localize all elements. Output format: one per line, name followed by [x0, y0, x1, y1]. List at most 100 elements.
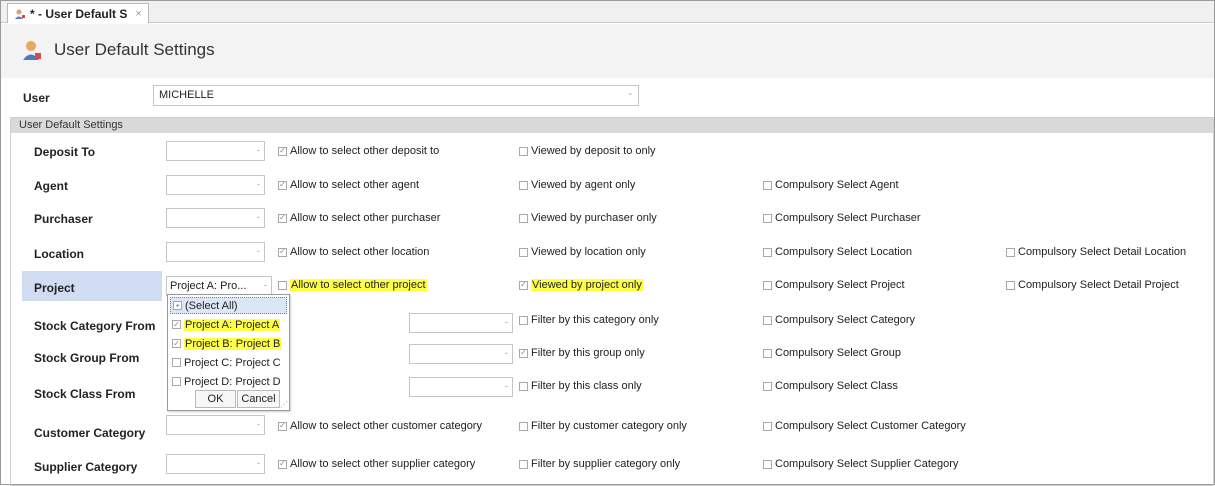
- checkbox-icon[interactable]: [519, 280, 528, 290]
- checkbox-icon[interactable]: [519, 146, 528, 156]
- compulsory-detail-location-checkbox[interactable]: Compulsory Select Detail Location: [1006, 246, 1186, 258]
- compulsory-location-checkbox[interactable]: Compulsory Select Location: [763, 246, 912, 258]
- allow-other-customer-category-checkbox[interactable]: Allow to select other customer category: [278, 420, 482, 432]
- checkbox-icon[interactable]: [172, 320, 181, 329]
- purchaser-combobox[interactable]: -: [166, 208, 265, 228]
- option-label: Project A: Project A: [184, 318, 281, 331]
- checkbox-icon[interactable]: [763, 213, 772, 223]
- checkbox-icon[interactable]: [278, 146, 287, 156]
- agent-combobox[interactable]: -: [166, 175, 265, 195]
- dropdown-arrow-icon[interactable]: -: [257, 179, 260, 189]
- checkbox-label: Allow to select other location: [290, 246, 430, 258]
- project-combobox[interactable]: Project A: Pro... -: [166, 276, 272, 296]
- checkbox-label: Filter by supplier category only: [531, 458, 681, 470]
- allow-other-supplier-category-checkbox[interactable]: Allow to select other supplier category: [278, 458, 475, 470]
- checkbox-icon[interactable]: [278, 280, 287, 290]
- viewed-by-location-checkbox[interactable]: Viewed by location only: [519, 246, 646, 258]
- dropdown-arrow-icon[interactable]: -: [264, 280, 267, 290]
- filter-customer-category-checkbox[interactable]: Filter by customer category only: [519, 420, 687, 432]
- customer-category-combobox[interactable]: -: [166, 415, 265, 435]
- compulsory-agent-checkbox[interactable]: Compulsory Select Agent: [763, 179, 899, 191]
- supplier-category-combobox[interactable]: -: [166, 454, 265, 474]
- compulsory-detail-project-checkbox[interactable]: Compulsory Select Detail Project: [1006, 279, 1179, 291]
- viewed-by-purchaser-checkbox[interactable]: Viewed by purchaser only: [519, 212, 657, 224]
- checkbox-icon[interactable]: [519, 315, 528, 325]
- compulsory-group-checkbox[interactable]: Compulsory Select Group: [763, 347, 901, 359]
- compulsory-supplier-category-checkbox[interactable]: Compulsory Select Supplier Category: [763, 458, 958, 470]
- stock-category-combobox[interactable]: -: [409, 313, 513, 333]
- compulsory-project-checkbox[interactable]: Compulsory Select Project: [763, 279, 905, 291]
- dropdown-arrow-icon[interactable]: -: [505, 381, 508, 391]
- dropdown-arrow-icon[interactable]: -: [257, 212, 260, 222]
- project-option-c[interactable]: Project C: Project C: [170, 354, 287, 371]
- checkbox-icon[interactable]: [278, 213, 287, 223]
- dropdown-arrow-icon[interactable]: -: [257, 145, 260, 155]
- allow-other-deposit-checkbox[interactable]: Allow to select other deposit to: [278, 145, 439, 157]
- checkbox-icon[interactable]: [763, 280, 772, 290]
- checkbox-icon[interactable]: [763, 348, 772, 358]
- checkbox-icon[interactable]: [763, 381, 772, 391]
- checkbox-icon[interactable]: [172, 339, 181, 348]
- checkbox-icon[interactable]: [519, 348, 528, 358]
- viewed-by-project-checkbox[interactable]: Viewed by project only: [519, 279, 643, 291]
- stock-class-combobox[interactable]: -: [409, 377, 513, 397]
- supplier-category-label: Supplier Category: [34, 460, 138, 474]
- user-settings-icon: [21, 39, 43, 61]
- allow-other-location-checkbox[interactable]: Allow to select other location: [278, 246, 429, 258]
- checkbox-icon[interactable]: [763, 180, 772, 190]
- checkbox-icon[interactable]: [763, 315, 772, 325]
- filter-category-checkbox[interactable]: Filter by this category only: [519, 314, 659, 326]
- checkbox-icon[interactable]: [172, 377, 181, 386]
- checkbox-icon[interactable]: [519, 459, 528, 469]
- checkbox-icon[interactable]: [1006, 247, 1015, 257]
- checkbox-icon[interactable]: [278, 247, 287, 257]
- dropdown-arrow-icon[interactable]: -: [257, 246, 260, 256]
- checkbox-icon[interactable]: [519, 421, 528, 431]
- dropdown-arrow-icon[interactable]: -: [257, 419, 260, 429]
- checkbox-icon[interactable]: ▪: [173, 301, 182, 310]
- dropdown-arrow-icon[interactable]: -: [629, 89, 632, 100]
- allow-other-purchaser-checkbox[interactable]: Allow to select other purchaser: [278, 212, 440, 224]
- filter-class-checkbox[interactable]: Filter by this class only: [519, 380, 642, 392]
- viewed-by-deposit-checkbox[interactable]: Viewed by deposit to only: [519, 145, 656, 157]
- location-combobox[interactable]: -: [166, 242, 265, 262]
- checkbox-icon[interactable]: [278, 421, 287, 431]
- allow-other-agent-checkbox[interactable]: Allow to select other agent: [278, 179, 419, 191]
- filter-group-checkbox[interactable]: Filter by this group only: [519, 347, 645, 359]
- close-icon[interactable]: ×: [135, 8, 141, 20]
- dropdown-arrow-icon[interactable]: -: [505, 317, 508, 327]
- checkbox-icon[interactable]: [763, 247, 772, 257]
- viewed-by-agent-checkbox[interactable]: Viewed by agent only: [519, 179, 635, 191]
- dropdown-ok-button[interactable]: OK: [195, 390, 236, 408]
- checkbox-label: Filter by this class only: [531, 380, 642, 392]
- project-option-a[interactable]: Project A: Project A: [170, 316, 287, 333]
- resize-grip-icon[interactable]: ⋰: [280, 401, 288, 409]
- checkbox-icon[interactable]: [172, 358, 181, 367]
- dropdown-arrow-icon[interactable]: -: [505, 348, 508, 358]
- checkbox-icon[interactable]: [763, 459, 772, 469]
- user-combobox[interactable]: MICHELLE -: [153, 85, 639, 106]
- tab-user-default-settings[interactable]: * - User Default S ×: [7, 3, 149, 23]
- compulsory-category-checkbox[interactable]: Compulsory Select Category: [763, 314, 915, 326]
- project-option-d[interactable]: Project D: Project D: [170, 373, 287, 390]
- checkbox-icon[interactable]: [763, 421, 772, 431]
- option-label: (Select All): [185, 299, 238, 312]
- checkbox-icon[interactable]: [519, 381, 528, 391]
- checkbox-icon[interactable]: [278, 180, 287, 190]
- compulsory-customer-category-checkbox[interactable]: Compulsory Select Customer Category: [763, 420, 966, 432]
- select-all-option[interactable]: ▪ (Select All): [170, 297, 287, 314]
- allow-other-project-checkbox[interactable]: Allow to select other project: [278, 279, 427, 291]
- compulsory-purchaser-checkbox[interactable]: Compulsory Select Purchaser: [763, 212, 921, 224]
- project-option-b[interactable]: Project B: Project B: [170, 335, 287, 352]
- checkbox-icon[interactable]: [519, 247, 528, 257]
- dropdown-cancel-button[interactable]: Cancel: [237, 390, 280, 408]
- checkbox-icon[interactable]: [519, 213, 528, 223]
- filter-supplier-category-checkbox[interactable]: Filter by supplier category only: [519, 458, 680, 470]
- dropdown-arrow-icon[interactable]: -: [257, 458, 260, 468]
- compulsory-class-checkbox[interactable]: Compulsory Select Class: [763, 380, 898, 392]
- deposit-to-combobox[interactable]: -: [166, 141, 265, 161]
- stock-group-combobox[interactable]: -: [409, 344, 513, 364]
- checkbox-icon[interactable]: [1006, 280, 1015, 290]
- checkbox-icon[interactable]: [519, 180, 528, 190]
- checkbox-icon[interactable]: [278, 459, 287, 469]
